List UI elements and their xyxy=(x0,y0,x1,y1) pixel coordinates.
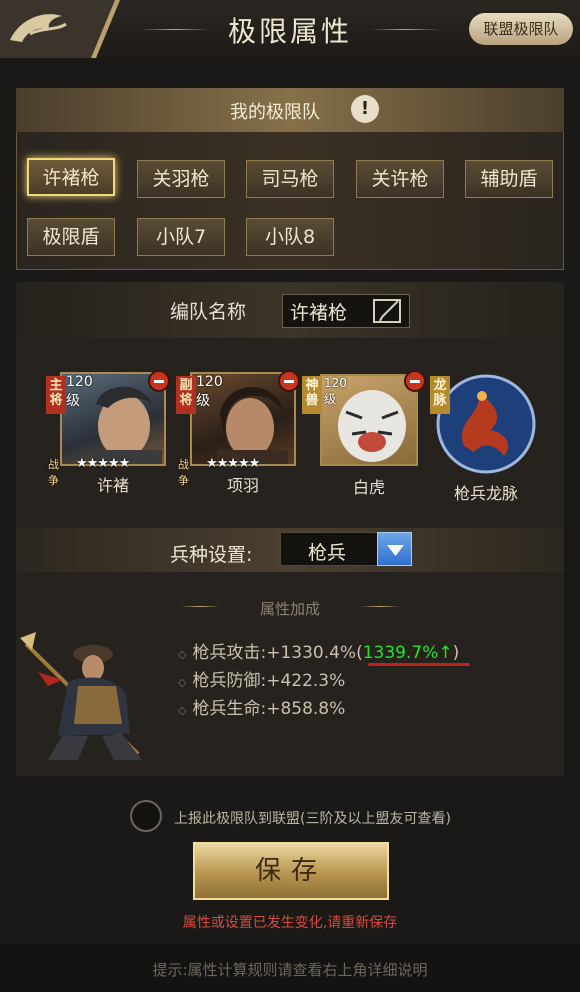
remove-hero-icon[interactable] xyxy=(148,370,170,392)
dragon-logo-icon xyxy=(0,0,120,58)
dragon-vein-name: 枪兵龙脉 xyxy=(453,484,518,503)
formation-name-label: 编队名称 xyxy=(170,301,247,323)
beast-tag: 神兽 xyxy=(302,376,322,414)
stat-defense-text: 枪兵防御:+422.3% xyxy=(192,671,346,691)
new-value-underline xyxy=(368,663,470,666)
stat-row-health: ◇ 枪兵生命:+858.8% xyxy=(178,694,345,719)
footer-tip: 提示:属性计算规则请查看右上角详细说明 xyxy=(152,961,428,979)
hero-role-tag: 副将 xyxy=(176,376,196,414)
beast-name: 白虎 xyxy=(352,478,385,497)
hero-role-tag: 主将 xyxy=(46,376,66,414)
squad-item-8[interactable]: 小队8 xyxy=(246,218,334,256)
page-title: 极限属性 xyxy=(227,15,352,48)
edit-icon[interactable] xyxy=(372,297,404,325)
alliance-squad-button[interactable]: 联盟极限队 xyxy=(469,13,573,45)
stat-row-defense: ◇ 枪兵防御:+422.3% xyxy=(178,666,345,691)
hero-name: 许褚 xyxy=(96,476,129,495)
hero-skill-tag: 战争 xyxy=(48,458,59,487)
bonus-title: 属性加成 xyxy=(259,600,320,618)
beast-level: 120级 xyxy=(324,376,347,406)
report-checkbox[interactable] xyxy=(130,800,162,832)
save-button[interactable]: 保存 xyxy=(193,842,389,900)
my-squad-title: 我的极限队 xyxy=(230,102,320,123)
dragon-vein-tag: 龙脉 xyxy=(430,376,450,414)
hero-skill-tag: 战争 xyxy=(178,458,189,487)
bonus-divider-right xyxy=(360,606,400,607)
stat-health-text: 枪兵生命:+858.8% xyxy=(192,699,346,719)
title-divider-right xyxy=(370,29,440,30)
general-illustration xyxy=(20,632,142,760)
remove-beast-icon[interactable] xyxy=(404,370,426,392)
hero-stars: ★★★★★ xyxy=(76,456,130,471)
squad-item-1[interactable]: 许褚枪 xyxy=(27,158,115,196)
stat-attack-new-value: 1339.7%↑ xyxy=(362,643,453,663)
troop-setting-label: 兵种设置: xyxy=(170,544,253,566)
formation-name-value: 许褚枪 xyxy=(290,302,348,324)
diamond-bullet-icon: ◇ xyxy=(178,676,187,689)
hero-stars: ★★★★★ xyxy=(206,456,260,471)
troop-select-value: 枪兵 xyxy=(308,542,347,564)
squad-item-7[interactable]: 小队7 xyxy=(137,218,225,256)
unsaved-warning: 属性或设置已发生变化,请重新保存 xyxy=(182,915,398,931)
diamond-bullet-icon: ◇ xyxy=(178,648,187,661)
remove-hero-icon[interactable] xyxy=(278,370,300,392)
dropdown-icon[interactable] xyxy=(377,532,412,566)
hero-level: 120级 xyxy=(196,374,223,409)
squad-item-5[interactable]: 辅助盾 xyxy=(465,160,553,198)
diamond-bullet-icon: ◇ xyxy=(178,704,187,717)
stat-attack-text: 枪兵攻击:+1330.4% xyxy=(192,643,357,663)
stat-attack-close: ) xyxy=(452,643,460,663)
stat-attack-open: ( xyxy=(356,643,363,663)
hero-level: 120级 xyxy=(66,374,93,409)
info-icon[interactable]: ! xyxy=(351,95,379,123)
report-label: 上报此极限队到联盟(三阶及以上盟友可查看) xyxy=(174,811,451,827)
stat-row-attack: ◇ 枪兵攻击:+1330.4%(1339.7%↑) xyxy=(178,638,459,663)
hero-name: 项羽 xyxy=(226,476,259,495)
squad-item-4[interactable]: 关许枪 xyxy=(356,160,444,198)
squad-item-3[interactable]: 司马枪 xyxy=(246,160,334,198)
squad-item-6[interactable]: 极限盾 xyxy=(27,218,115,256)
squad-item-2[interactable]: 关羽枪 xyxy=(137,160,225,198)
